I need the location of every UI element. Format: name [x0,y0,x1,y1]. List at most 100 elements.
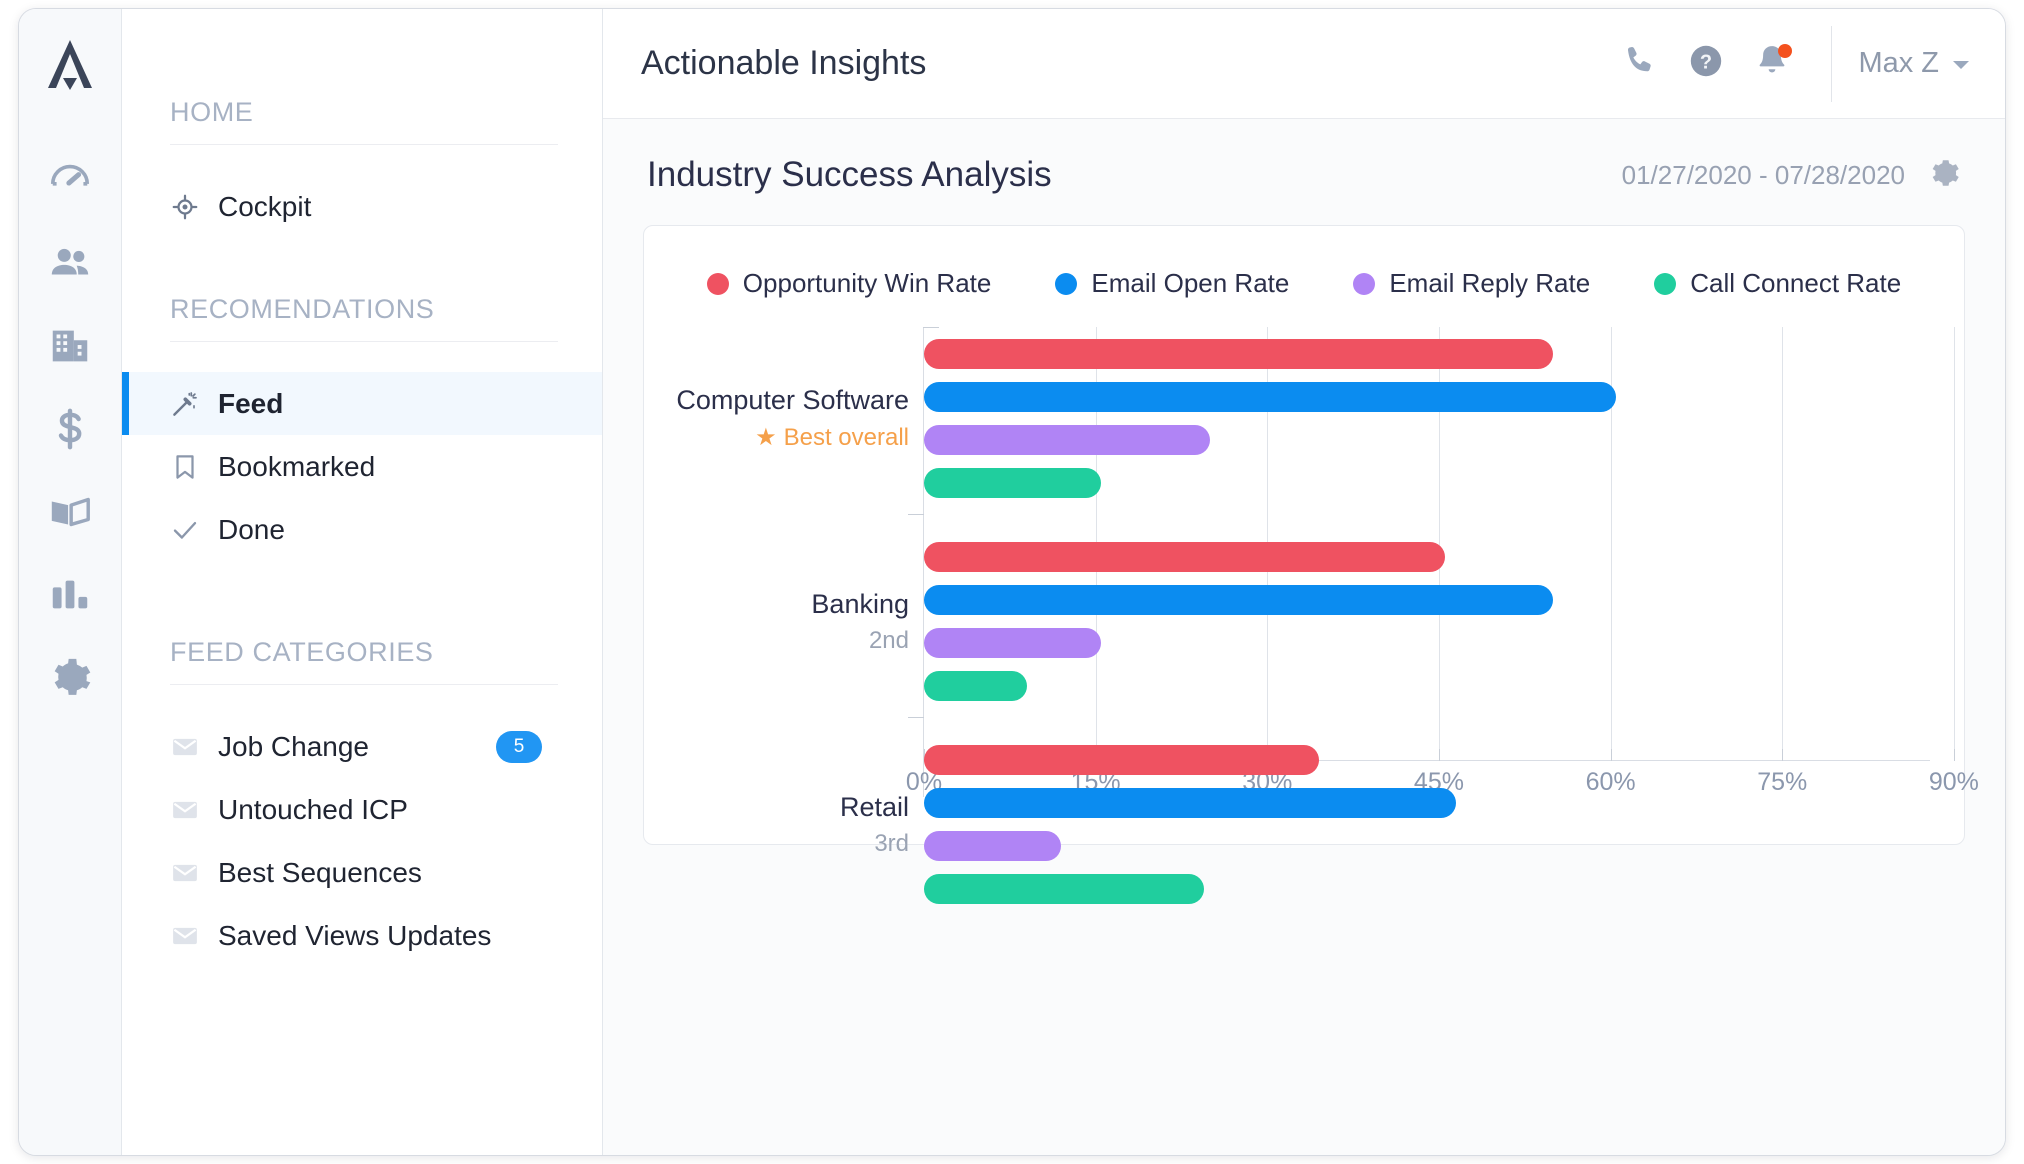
top-bar-actions: ? Max Z [1607,9,2005,118]
legend-color-swatch [1353,272,1376,295]
building-icon [47,323,93,369]
legend-color-swatch [706,272,729,295]
legend-label: Email Open Rate [1091,268,1290,298]
bar[interactable] [924,339,1554,369]
legend-item-email-reply-rate[interactable]: Email Reply Rate [1353,268,1590,299]
bar[interactable] [924,874,1205,904]
category-rank: 2nd [868,626,909,654]
bar[interactable] [924,671,1027,701]
x-axis-tick [1782,749,1784,761]
app-window: HOME Cockpit RECOMENDATIONS Feed Bookmar… [18,8,2006,1156]
chart-legend: Opportunity Win Rate Email Open Rate Ema… [678,268,1930,299]
rail-item-dashboard[interactable] [37,149,103,211]
category-label-group: Retail 3rd [840,792,909,858]
x-axis-tick [1953,749,1955,761]
sidebar-item-cockpit[interactable]: Cockpit [122,175,602,238]
phone-icon [1621,42,1659,85]
x-axis-tick-label: 90% [1928,768,1979,796]
bar[interactable] [924,542,1445,572]
sidebar-item-label: Best Sequences [218,856,422,888]
report-settings-button[interactable] [1927,156,1961,195]
category-label-group: Computer Software ★ Best overall [676,385,909,452]
bar[interactable] [924,425,1211,455]
divider [1831,25,1833,102]
bar[interactable] [924,585,1554,615]
category-name: Retail [839,791,909,822]
sidebar-section-recommendations: RECOMENDATIONS Feed Bookmarked Done [122,294,602,561]
legend-label: Opportunity Win Rate [742,268,992,298]
svg-text:?: ? [1700,52,1712,74]
legend-color-swatch [1055,272,1078,295]
bar[interactable] [924,745,1319,775]
gridline [1953,327,1955,761]
sidebar-heading-recommendations: RECOMENDATIONS [170,294,435,324]
notifications-button[interactable] [1739,31,1805,97]
magic-wand-icon [170,389,210,419]
phone-button[interactable] [1607,31,1673,97]
legend-item-email-open-rate[interactable]: Email Open Rate [1055,268,1289,299]
bar-chart-icon [47,572,93,618]
check-icon [170,515,210,545]
icon-rail [19,9,122,1155]
category-label-group: Banking 2nd [811,589,909,655]
category-axis: Computer Software ★ Best overall Banking 2nd… [676,327,923,857]
legend-item-call-connect-rate[interactable]: Call Connect Rate [1654,268,1901,299]
gridline [1782,327,1784,761]
sidebar-item-saved-views-updates[interactable]: Saved Views Updates [122,904,602,967]
rail-item-contacts[interactable] [37,232,103,294]
gear-icon [47,655,93,701]
help-button[interactable]: ? [1673,31,1739,97]
best-overall-label: Best overall [783,424,909,451]
sidebar-item-bookmarked[interactable]: Bookmarked [122,435,602,498]
sidebar-heading-feed-categories: FEED CATEGORIES [170,637,434,667]
dashboard-icon [47,157,93,203]
sidebar-item-label: Feed [218,387,284,419]
bookmark-icon [170,452,210,482]
legend-label: Call Connect Rate [1690,268,1902,298]
sidebar-item-label: Bookmarked [218,450,376,482]
page-title: Actionable Insights [641,44,927,82]
y-axis-group-tick [908,514,924,515]
sidebar-section-home: HOME Cockpit [122,97,602,238]
sidebar-item-best-sequences[interactable]: Best Sequences [122,841,602,904]
sidebar: HOME Cockpit RECOMENDATIONS Feed Bookmar… [122,9,603,1155]
rail-item-reports[interactable] [37,564,103,626]
sidebar-item-untouched-icp[interactable]: Untouched ICP [122,778,602,841]
sidebar-item-label: Cockpit [218,190,312,222]
rail-item-settings[interactable] [37,647,103,709]
x-axis-tick-label: 60% [1585,768,1636,796]
user-name: Max Z [1858,47,1939,79]
help-circle-icon: ? [1687,42,1725,85]
star-icon: ★ [755,424,777,451]
category-name: Banking [811,588,909,619]
bar[interactable] [924,468,1102,498]
date-range-label[interactable]: 01/27/2020 - 07/28/2020 [1622,160,1905,191]
envelope-icon [170,858,210,888]
gear-icon [1927,156,1961,195]
bar[interactable] [924,382,1617,412]
sidebar-item-label: Done [218,513,285,545]
main-area: Actionable Insights ? Max Z Industry Suc… [603,9,2005,1155]
sidebar-item-feed[interactable]: Feed [122,372,602,435]
chevron-down-icon [1951,47,1971,80]
rail-item-playbooks[interactable] [37,481,103,543]
bar[interactable] [924,788,1457,818]
sidebar-item-done[interactable]: Done [122,498,602,561]
rail-item-accounts[interactable] [37,315,103,377]
notification-dot [1778,43,1793,58]
chart-card: Opportunity Win Rate Email Open Rate Ema… [643,225,1979,904]
user-menu[interactable]: Max Z [1858,47,2005,80]
y-axis-group-tick [908,717,924,718]
top-bar: Actionable Insights ? Max Z [603,9,2005,119]
sidebar-item-job-change[interactable]: Job Change 5 [122,715,602,778]
x-axis-tick [1610,749,1612,761]
envelope-icon [170,921,210,951]
report-title: Industry Success Analysis [647,155,1052,194]
bar[interactable] [924,831,1062,861]
rail-item-deals[interactable] [37,398,103,460]
bar[interactable] [924,628,1102,658]
envelope-icon [170,732,210,762]
legend-item-opportunity-win-rate[interactable]: Opportunity Win Rate [706,268,992,299]
book-icon [47,489,93,535]
content-area: Industry Success Analysis 01/27/2020 - 0… [603,119,2005,1155]
